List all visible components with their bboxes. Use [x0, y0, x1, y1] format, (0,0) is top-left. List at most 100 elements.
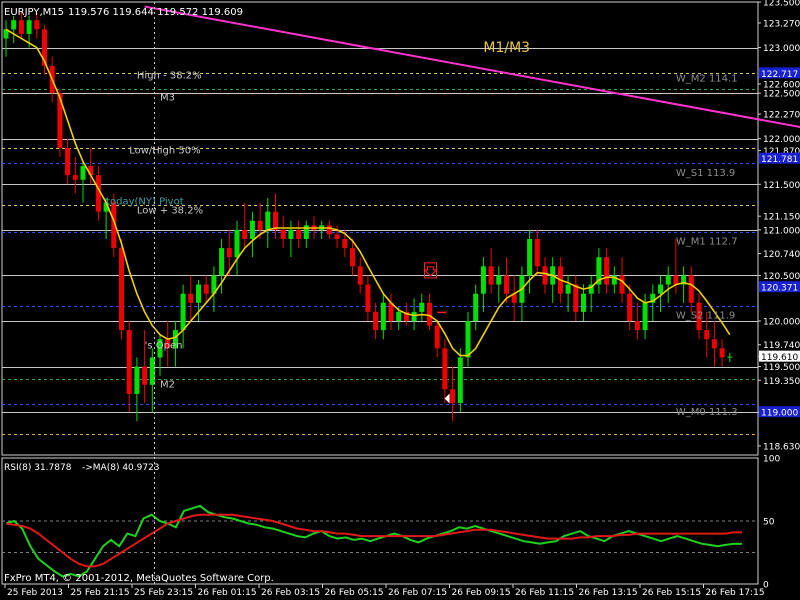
- candle: [188, 275, 194, 322]
- price-tick-label: 122.000: [763, 135, 800, 145]
- candle-body: [496, 275, 502, 285]
- chart-annotation: W_S2 111.9: [676, 310, 735, 321]
- candle-body: [134, 366, 140, 394]
- time-tick-label: 25 Feb 23:15: [134, 588, 193, 598]
- chart-annotation: W_M1 112.7: [676, 236, 738, 247]
- candle-body: [434, 325, 440, 349]
- candle-body: [273, 211, 278, 230]
- candle-body: [257, 220, 263, 230]
- candle-body: [219, 248, 225, 276]
- candle-body: [396, 311, 402, 322]
- candle: [180, 284, 186, 349]
- candle-body: [711, 339, 717, 349]
- candle-body: [642, 302, 648, 331]
- candle: [411, 298, 417, 331]
- rsi-title: RSI(8) 31.7878: [4, 463, 72, 473]
- time-tick-label: 26 Feb 15:15: [642, 588, 701, 598]
- candle: [450, 366, 456, 422]
- chart-annotation: 's Open: [145, 340, 183, 351]
- candle: [650, 284, 656, 322]
- candle: [719, 339, 725, 367]
- candle: [442, 339, 448, 404]
- candle-body: [373, 311, 379, 331]
- candle-body: [180, 293, 186, 331]
- candle-body: [604, 257, 610, 285]
- price-tick-label: 123.000: [763, 44, 800, 54]
- candle: [249, 211, 255, 258]
- chart-annotation: W_S1 113.9: [676, 168, 735, 179]
- time-tick-label: 25 Feb 21:15: [71, 588, 130, 598]
- price-tick-label: 123.500: [763, 0, 800, 9]
- chart-annotation: M1/M3: [483, 40, 530, 56]
- candle-body: [280, 229, 286, 239]
- symbol-title: EURJPY,M15: [4, 7, 64, 18]
- time-tick-label: 26 Feb 13:15: [579, 588, 638, 598]
- candle: [280, 216, 286, 249]
- candle-body: [34, 20, 40, 30]
- candle: [542, 257, 548, 294]
- price-badge-label: 122.717: [761, 70, 798, 80]
- time-tick-label: 26 Feb 07:15: [388, 588, 447, 598]
- candle-body: [249, 220, 255, 239]
- candle: [427, 293, 432, 331]
- candle-body: [357, 266, 363, 285]
- candle-body: [658, 284, 663, 294]
- price-tick-label: 121.000: [763, 226, 800, 236]
- price-badge-label: 121.781: [761, 155, 798, 165]
- candle-body: [442, 348, 448, 390]
- candle-body: [142, 366, 148, 385]
- candle: [496, 266, 502, 303]
- candle: [65, 138, 71, 185]
- price-badge-label: 119.000: [761, 409, 798, 419]
- candle-body: [196, 284, 201, 303]
- price-badge-label: 119.610: [761, 353, 798, 363]
- candle: [534, 229, 540, 276]
- candle-body: [688, 275, 694, 303]
- candle-body: [188, 293, 194, 303]
- candle: [711, 321, 717, 367]
- candle-body: [11, 20, 17, 30]
- candle-body: [342, 238, 348, 249]
- candle-body: [665, 275, 671, 285]
- candle: [319, 220, 325, 239]
- candle: [550, 257, 556, 303]
- price-tick-label: 119.500: [763, 363, 800, 373]
- price-tick-label: 119.740: [763, 341, 800, 351]
- time-tick-label: 25 Feb 2013: [7, 588, 63, 598]
- candle: [388, 293, 394, 331]
- rsi-panel[interactable]: 050100: [1, 455, 780, 591]
- candle: [357, 257, 363, 294]
- candle-body: [226, 248, 232, 258]
- candle-body: [488, 266, 494, 285]
- candle: [504, 257, 509, 303]
- candle-body: [473, 293, 479, 322]
- candle-body: [427, 302, 432, 326]
- candle-body: [26, 20, 32, 34]
- time-tick-label: 26 Feb 11:15: [515, 588, 574, 598]
- candle-body: [149, 357, 155, 385]
- candle-body: [265, 211, 271, 230]
- candle: [373, 302, 379, 340]
- chart-annotation: W_M2 114.1: [676, 73, 738, 84]
- candle-body: [581, 293, 586, 312]
- candle: [634, 302, 640, 340]
- candle-body: [365, 284, 371, 312]
- candle-body: [326, 225, 332, 235]
- candle-body: [350, 248, 355, 267]
- candle-body: [242, 229, 248, 239]
- candle-body: [634, 321, 640, 331]
- candle: [365, 275, 371, 322]
- price-tick-label: 121.150: [763, 213, 800, 223]
- candle-body: [334, 234, 340, 239]
- candle: [296, 220, 302, 249]
- price-tick-label: 123.270: [763, 19, 800, 29]
- candle: [457, 348, 463, 413]
- candle-body: [565, 284, 571, 294]
- candle: [611, 266, 617, 294]
- candle-body: [119, 248, 124, 331]
- price-panel[interactable]: 123.500123.270123.000122.600122.500122.2…: [1, 0, 800, 456]
- candle: [234, 220, 240, 276]
- candle: [688, 266, 694, 312]
- candle: [473, 284, 479, 331]
- candle: [488, 248, 494, 294]
